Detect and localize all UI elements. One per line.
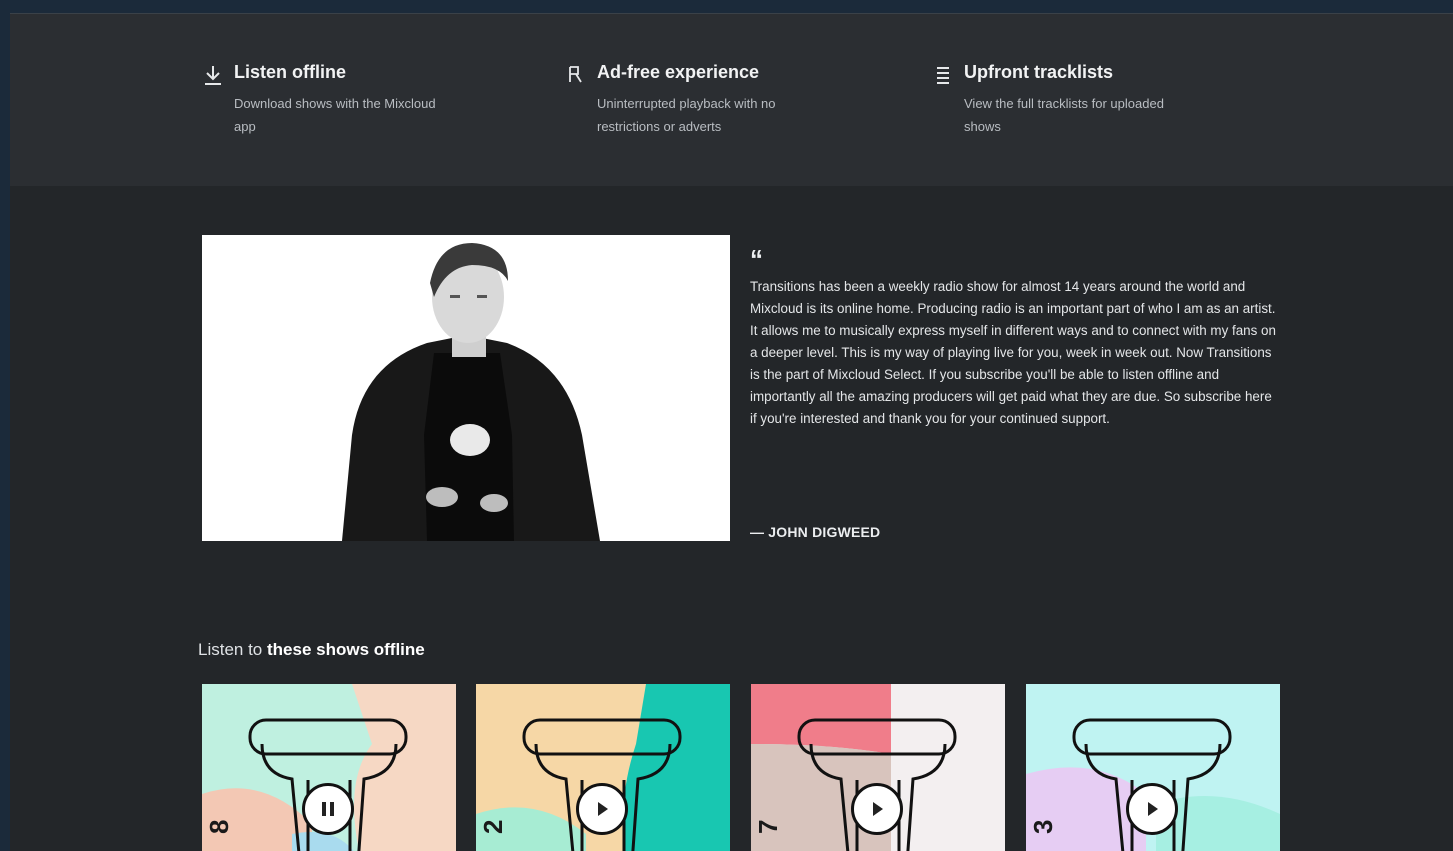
show-card[interactable]: 8 bbox=[202, 684, 456, 851]
quote-author: — JOHN DIGWEED bbox=[750, 524, 881, 540]
artist-photo bbox=[202, 235, 730, 541]
show-card[interactable]: 3 bbox=[1026, 684, 1280, 851]
episode-number: 3 bbox=[1028, 819, 1058, 834]
play-button[interactable] bbox=[576, 783, 628, 835]
tracklist-icon bbox=[932, 64, 954, 86]
play-button[interactable] bbox=[1126, 783, 1178, 835]
play-icon bbox=[1143, 800, 1161, 818]
shows-section-title: Listen to these shows offline bbox=[198, 640, 425, 660]
download-icon bbox=[202, 64, 224, 86]
feature-title: Listen offline bbox=[234, 62, 346, 82]
feature-description: View the full tracklists for uploaded sh… bbox=[964, 96, 1164, 134]
episode-number: 2 bbox=[478, 819, 508, 834]
play-icon bbox=[868, 800, 886, 818]
feature-title: Upfront tracklists bbox=[964, 62, 1114, 82]
ad-free-icon bbox=[565, 64, 587, 86]
quote-mark: “ bbox=[750, 244, 763, 274]
pause-icon bbox=[319, 800, 337, 818]
show-card[interactable]: 7 bbox=[751, 684, 1005, 851]
play-icon bbox=[593, 800, 611, 818]
play-button[interactable] bbox=[851, 783, 903, 835]
shows-title-prefix: Listen to bbox=[198, 640, 267, 659]
feature-description: Download shows with the Mixcloud app bbox=[234, 96, 436, 134]
features-band: Listen offline Download shows with the M… bbox=[10, 14, 1453, 186]
episode-number: 7 bbox=[753, 819, 783, 834]
shows-title-bold: these shows offline bbox=[267, 640, 425, 659]
feature-title: Ad-free experience bbox=[597, 62, 760, 82]
episode-number: 8 bbox=[204, 819, 234, 834]
show-card[interactable]: 2 bbox=[476, 684, 730, 851]
quote-text: Transitions has been a weekly radio show… bbox=[750, 279, 1276, 426]
feature-description: Uninterrupted playback with no restricti… bbox=[597, 96, 776, 134]
page-frame: Listen offline Download shows with the M… bbox=[10, 13, 1453, 851]
pause-button[interactable] bbox=[302, 783, 354, 835]
